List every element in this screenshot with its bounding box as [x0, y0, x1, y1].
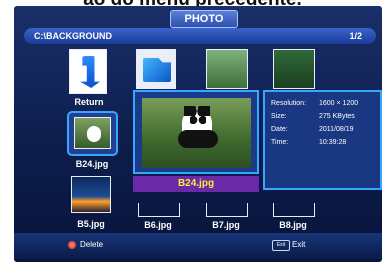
current-path: C:\BACKGROUND — [34, 31, 112, 41]
exit-action[interactable]: Exit — [292, 239, 305, 251]
resolution-label: Resolution: — [271, 100, 307, 107]
panda-icon — [87, 126, 101, 142]
page-indicator: 1/2 — [349, 31, 362, 41]
delete-action[interactable]: Delete — [80, 239, 103, 251]
path-bar: C:\BACKGROUND 1/2 — [24, 28, 376, 44]
image-thumbnail-b5[interactable] — [71, 176, 111, 213]
label-b7: B7.jpg — [212, 220, 240, 230]
tab-photo[interactable]: PHOTO — [170, 10, 238, 28]
date-label: Date: — [271, 126, 288, 133]
panda-arms — [178, 130, 218, 148]
preview-image — [142, 98, 251, 168]
red-button-icon[interactable] — [68, 241, 76, 249]
empty-slot-b7[interactable] — [206, 203, 248, 217]
time-value: 10:39:28 — [319, 139, 347, 146]
image-thumbnail-b24[interactable] — [74, 117, 111, 149]
label-b6: B6.jpg — [144, 220, 172, 230]
date-value: 2011/08/19 — [319, 126, 354, 133]
folder-item[interactable] — [136, 49, 176, 89]
panda-eyes — [190, 116, 206, 124]
selected-filename: B24.jpg — [133, 176, 259, 192]
return-arrow-icon — [80, 56, 100, 88]
label-b8: B8.jpg — [279, 220, 307, 230]
label-return: Return — [74, 97, 104, 107]
label-b5: B5.jpg — [77, 219, 105, 229]
info-panel: Resolution: 1600 × 1200 Size: 275 KBytes… — [263, 90, 382, 190]
folder-icon — [143, 58, 171, 82]
label-b24: B24.jpg — [75, 159, 109, 169]
preview-frame — [133, 90, 259, 174]
size-value: 275 KBytes — [319, 113, 355, 120]
time-label: Time: — [271, 139, 289, 146]
exit-key-icon[interactable]: Exit — [272, 240, 290, 251]
return-item[interactable] — [69, 49, 107, 94]
panda-ears — [184, 106, 210, 116]
empty-slot-b6[interactable] — [138, 203, 180, 217]
empty-slot-b8[interactable] — [273, 203, 315, 217]
image-thumbnail-2[interactable] — [273, 49, 315, 89]
image-thumbnail-1[interactable] — [206, 49, 248, 89]
screen: ão do menu precedente. PHOTO C:\BACKGROU… — [0, 0, 385, 265]
size-label: Size: — [271, 113, 287, 120]
resolution-value: 1600 × 1200 — [319, 100, 359, 107]
